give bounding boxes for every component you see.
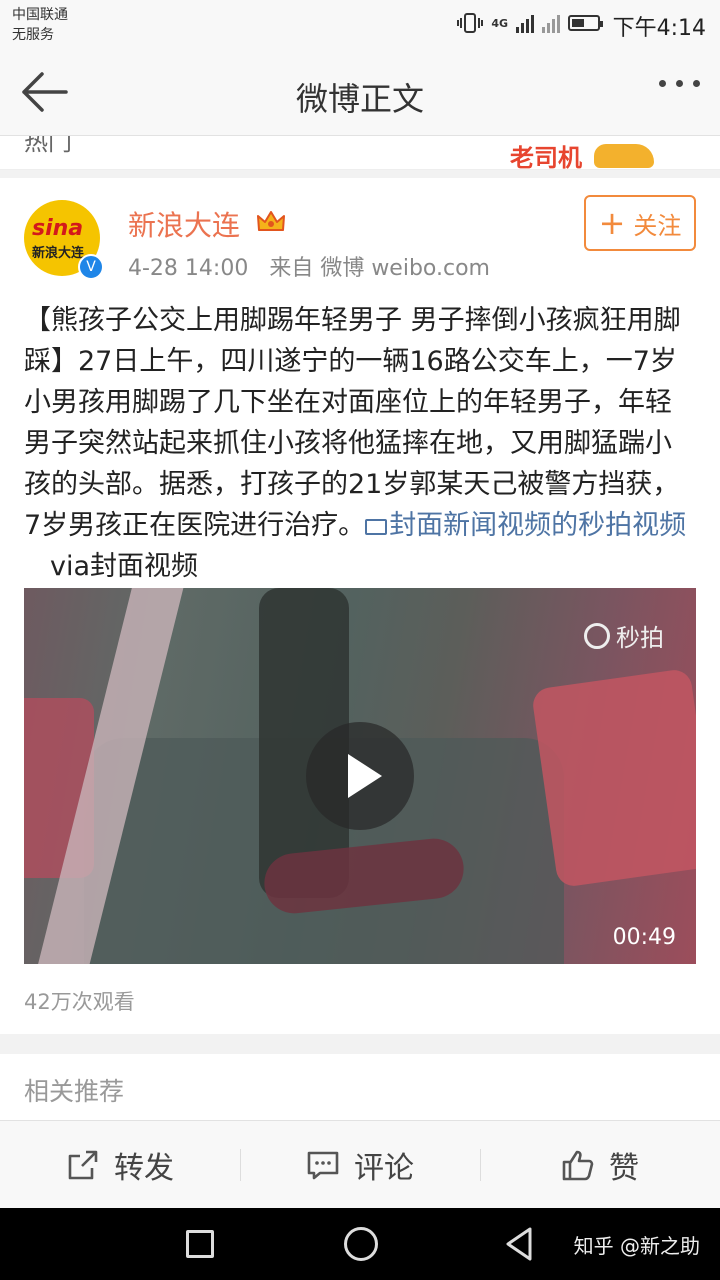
car-icon (594, 144, 654, 168)
battery-icon (568, 15, 603, 31)
comment-label: 评论 (354, 1150, 414, 1186)
video-frame-seat-right (530, 667, 696, 889)
video-link-text: 封面新闻视频的秒拍视频 (389, 510, 687, 541)
crown-icon (257, 211, 285, 231)
signal-2-icon (542, 13, 560, 33)
page-title: 微博正文 (295, 80, 424, 118)
system-icons: 4G (457, 12, 603, 34)
post-time: 4-28 14:00 (128, 256, 249, 281)
divider (0, 170, 720, 178)
action-bar: 转发 评论 赞 (0, 1120, 720, 1208)
like-label: 赞 (609, 1150, 639, 1186)
divider (0, 1034, 720, 1054)
status-bar: 中国联通 无服务 4G 下午4:14 (0, 0, 720, 48)
vibrate-icon (457, 13, 484, 33)
verified-badge-icon: V (78, 254, 104, 280)
repost-button[interactable]: 转发 (0, 1121, 240, 1208)
watermark-text: 秒拍 (616, 624, 664, 652)
video-link[interactable]: 封面新闻视频的秒拍视频 (365, 510, 686, 541)
repost-icon (68, 1150, 98, 1179)
author-name[interactable]: 新浪大连 (128, 204, 240, 244)
follow-button[interactable]: + 关注 (584, 195, 696, 251)
plus-icon: + (598, 204, 626, 242)
sina-logo: sina (32, 216, 84, 241)
video-player[interactable]: 秒拍 00:49 (24, 588, 696, 964)
top-strip[interactable]: 热门 老司机 (0, 136, 720, 170)
post-source: 来自 微博 weibo.com (269, 256, 490, 281)
follow-label: 关注 (633, 211, 682, 240)
video-duration: 00:49 (612, 925, 676, 950)
network-type-label: 4G (491, 16, 508, 30)
via-label: via封面视频 (50, 551, 199, 582)
miaopai-watermark: 秒拍 (584, 618, 664, 653)
thumbs-up-icon (562, 1150, 594, 1180)
avatar-text: 新浪大连 (32, 246, 85, 261)
comment-icon (307, 1151, 339, 1179)
banner-label: 老司机 (510, 144, 582, 170)
comment-button[interactable]: 评论 (240, 1121, 480, 1208)
camera-icon (584, 622, 610, 649)
carrier-info: 中国联通 无服务 (12, 5, 68, 45)
view-count: 42万次观看 (24, 990, 135, 1014)
back-triangle-icon[interactable] (504, 1226, 534, 1262)
recent-apps-icon[interactable] (186, 1230, 214, 1258)
carrier-name: 中国联通 (12, 7, 68, 23)
clock: 下午4:14 (612, 16, 706, 41)
system-nav-bar: 知乎 @新之助 (0, 1208, 720, 1280)
play-icon[interactable] (306, 722, 414, 830)
zhihu-watermark: 知乎 @新之助 (573, 1234, 700, 1258)
service-status: 无服务 (12, 27, 54, 43)
post-body: 【熊孩子公交上用脚踢年轻男子 男子摔倒小孩疯狂用脚踩】27日上午，四川遂宁的一辆… (24, 300, 696, 587)
more-dots-icon[interactable] (659, 80, 700, 87)
repost-label: 转发 (114, 1150, 174, 1186)
related-title: 相关推荐 (24, 1077, 125, 1106)
nav-bar: 微博正文 (0, 48, 720, 136)
home-icon[interactable] (344, 1227, 378, 1261)
like-button[interactable]: 赞 (480, 1121, 720, 1208)
banner[interactable]: 老司机 (510, 136, 660, 170)
signal-icon (516, 13, 534, 33)
post-text: 【熊孩子公交上用脚踢年轻男子 男子摔倒小孩疯狂用脚踩】27日上午，四川遂宁的一辆… (24, 305, 681, 541)
video-camera-icon (365, 519, 388, 535)
hot-label: 热门 (24, 136, 72, 156)
post-meta: 4-28 14:00 来自 微博 weibo.com (128, 250, 490, 282)
